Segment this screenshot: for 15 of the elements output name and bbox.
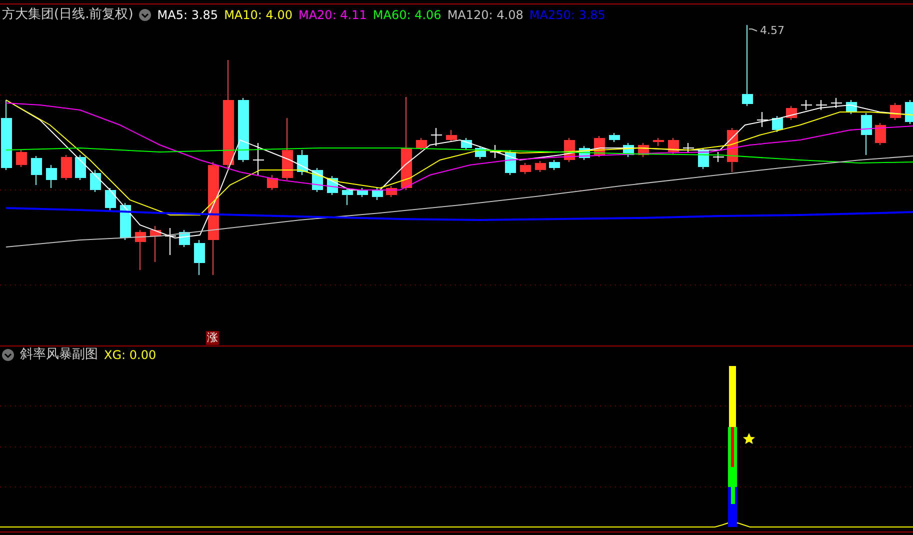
indicator-value: MA60: 4.06 <box>372 8 442 22</box>
chart-title: 斜率风暴副图 <box>20 348 98 362</box>
dropdown-icon[interactable] <box>2 349 14 361</box>
indicator-value: XG: 0.00 <box>104 348 156 362</box>
rise-marker: 涨 <box>206 331 219 345</box>
dropdown-icon[interactable] <box>139 9 152 21</box>
high-price-label: 4.57 <box>760 23 784 39</box>
indicator-value: MA20: 4.11 <box>298 8 367 22</box>
leader-line <box>748 28 758 32</box>
indicator-value: MA250: 3.85 <box>529 8 606 22</box>
star-icon <box>743 433 755 444</box>
chart-title: 方大集团(日线.前复权) <box>2 8 134 22</box>
indicator-value: MA120: 4.08 <box>447 8 524 22</box>
indicator-value: MA5: 3.85 <box>157 8 218 22</box>
indicator-value: MA10: 4.00 <box>224 8 292 22</box>
